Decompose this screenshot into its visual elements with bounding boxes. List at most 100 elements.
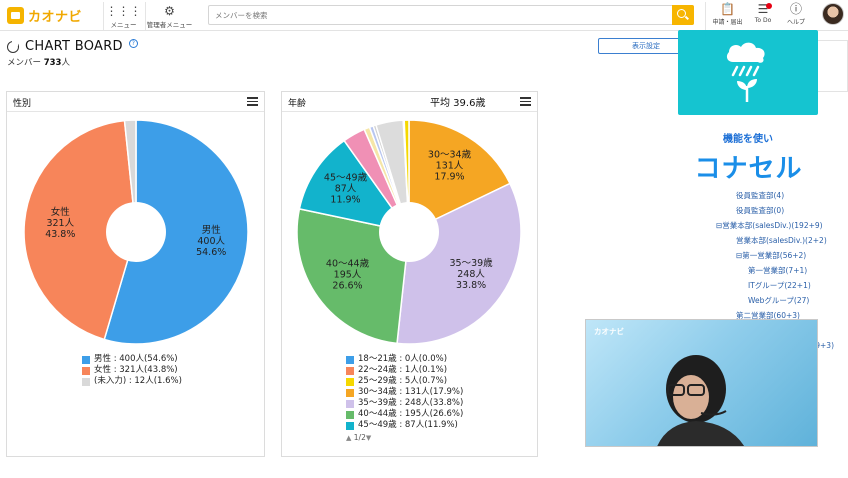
logo-icon [7,7,24,24]
video-overlay[interactable]: カオナビ [585,319,818,447]
age-pie-chart: 30〜34歳 131人 17.9% 35〜39歳 248人 33.8% 40〜44歳 195人… [296,119,522,345]
search-icon[interactable] [672,5,694,25]
promo-card[interactable] [678,30,818,115]
slice-label-line: 33.8% [456,280,486,291]
legend-pager: ▲ 1/2▼ [346,433,371,442]
help-label: ヘルプ [786,19,805,26]
legend-item[interactable]: 45〜49歳 : 87人(11.9%) [346,420,463,431]
apply-button[interactable]: 📋 申請・届出 [705,2,749,30]
slice-label-line: 11.9% [330,194,360,205]
tree-item[interactable]: 営業本部(salesDiv.)(2+2) [712,233,834,248]
todo-button[interactable]: ☰ To Do [750,2,776,30]
slice-label-line: 17.9% [434,172,464,183]
legend-item[interactable]: 18〜21歳 : 0人(0.0%) [346,354,463,365]
kaonavi-logo[interactable]: カオナビ [7,6,82,25]
legend-label: 25〜29歳 : 5人(0.7%) [358,376,448,386]
video-logo: カオナビ [594,327,624,336]
slice-label-line: 400人 [197,236,225,247]
gender-panel: 性別 男性 400人 54.6% 女性 321人 43.8% 男性 : 400人(54.6… [6,91,265,457]
slice-label-line: 女性 [51,206,71,218]
legend-swatch [346,388,354,397]
tree-item[interactable]: ⊟第一営業部(56+2) [712,248,834,263]
legend-swatch [346,421,354,430]
next-page-icon[interactable]: ▼ [366,434,371,442]
legend-swatch [346,377,354,386]
tree-item[interactable]: ITグループ(22+1) [712,278,834,293]
legend-label: 45〜49歳 : 87人(11.9%) [358,420,458,430]
page-title: CHART BOARD ? [7,39,138,54]
legend-item[interactable]: 40〜44歳 : 195人(26.6%) [346,409,463,420]
notification-dot [766,3,772,9]
member-search [208,5,694,25]
panel-header: 年齢 平均 39.6歳 [282,92,537,112]
legend-item[interactable]: 22〜24歳 : 1人(0.1%) [346,365,463,376]
legend-swatch [82,377,90,386]
slice-label-line: 131人 [436,161,464,172]
gender-legend: 男性 : 400人(54.6%) 女性 : 321人(43.8%) (未入力) : … [82,354,182,387]
legend-item[interactable]: 25〜29歳 : 5人(0.7%) [346,376,463,387]
tree-item[interactable]: 役員監査部(4) [712,188,834,203]
logo-text: カオナビ [28,10,83,25]
help-button[interactable]: ⓘ ヘルプ [780,2,812,30]
user-avatar[interactable] [822,3,844,25]
cloud-sprout-icon [726,42,765,102]
promo-brand: コナセル [694,154,803,184]
admin-menu-label: 管理者メニュー [146,21,193,29]
legend-item[interactable]: 30〜34歳 : 131人(17.9%) [346,387,463,398]
tree-item[interactable]: ⊟営業本部(salesDiv.)(192+9) [712,218,834,233]
tree-item[interactable]: 第一営業部(7+1) [712,263,834,278]
slice-label-line: 87人 [335,183,357,194]
legend-swatch [346,366,354,375]
legend-label: 35〜39歳 : 248人(33.8%) [358,398,464,408]
hamburger-icon[interactable] [520,97,531,106]
panel-title: 性別 [13,99,32,109]
legend-swatch [82,355,90,364]
slice-label-line: 248人 [457,269,485,280]
legend-item[interactable]: 男性 : 400人(54.6%) [82,354,182,365]
slice-label-line: 195人 [334,270,362,281]
donut-hole [106,202,166,262]
slice-label-line: 30〜34歳 [428,149,472,161]
menu-label: メニュー [110,21,137,29]
slice-label-line: 35〜39歳 [450,257,494,269]
panel-header: 性別 [7,92,264,112]
prev-page-icon[interactable]: ▲ [346,434,351,442]
member-count: メンバー 733人 [7,56,70,68]
legend-label: 男性 : 400人(54.6%) [94,354,178,364]
slice-label-line: 321人 [46,218,74,229]
legend-label: 女性 : 321人(43.8%) [94,365,178,375]
legend-label: 30〜34歳 : 131人(17.9%) [358,387,464,397]
panel-title: 年齢 [288,99,307,109]
grid-icon: ⋮⋮⋮ [105,4,142,18]
help-icon[interactable]: ? [128,39,138,48]
legend-item[interactable]: 35〜39歳 : 248人(33.8%) [346,398,463,409]
donut-hole [379,202,439,262]
legend-label: 18〜21歳 : 0人(0.0%) [358,354,448,364]
search-input[interactable] [215,8,665,22]
member-count-value: 733 [43,58,62,68]
legend-label: (未入力) : 12人(1.6%) [94,376,182,386]
hamburger-icon[interactable] [247,97,258,106]
legend-swatch [346,410,354,419]
member-count-label: メンバー [7,58,42,68]
tree-item[interactable]: Webグループ(27) [712,293,834,308]
checklist-icon: ☰ [757,2,769,16]
age-legend: 18〜21歳 : 0人(0.0%) 22〜24歳 : 1人(0.1%) 25〜29歳… [346,354,463,431]
presenter-video [657,355,745,446]
slice-label-line: 54.6% [196,247,226,258]
legend-label: 40〜44歳 : 195人(26.6%) [358,409,464,419]
age-panel: 年齢 平均 39.6歳 30〜34歳 131人 17.9% 35〜39歳 248人 33.… [281,91,538,457]
document-icon: 📋 [720,2,735,16]
top-bar: カオナビ ⋮⋮⋮ メニュー ⚙ 管理者メニュー 📋 申請・届出 ☰ To Do … [0,0,848,31]
gear-icon: ⚙ [164,4,175,18]
legend-item[interactable]: (未入力) : 12人(1.6%) [82,376,182,387]
legend-swatch [82,366,90,375]
slice-label-line: 43.8% [45,229,75,240]
tree-item[interactable]: 役員監査部(0) [712,203,834,218]
admin-menu-button[interactable]: ⚙ 管理者メニュー [145,2,193,30]
slice-label-line: 26.6% [332,281,362,292]
legend-label: 22〜24歳 : 1人(0.1%) [358,365,448,375]
menu-button[interactable]: ⋮⋮⋮ メニュー [103,2,143,30]
legend-swatch [346,355,354,364]
legend-item[interactable]: 女性 : 321人(43.8%) [82,365,182,376]
